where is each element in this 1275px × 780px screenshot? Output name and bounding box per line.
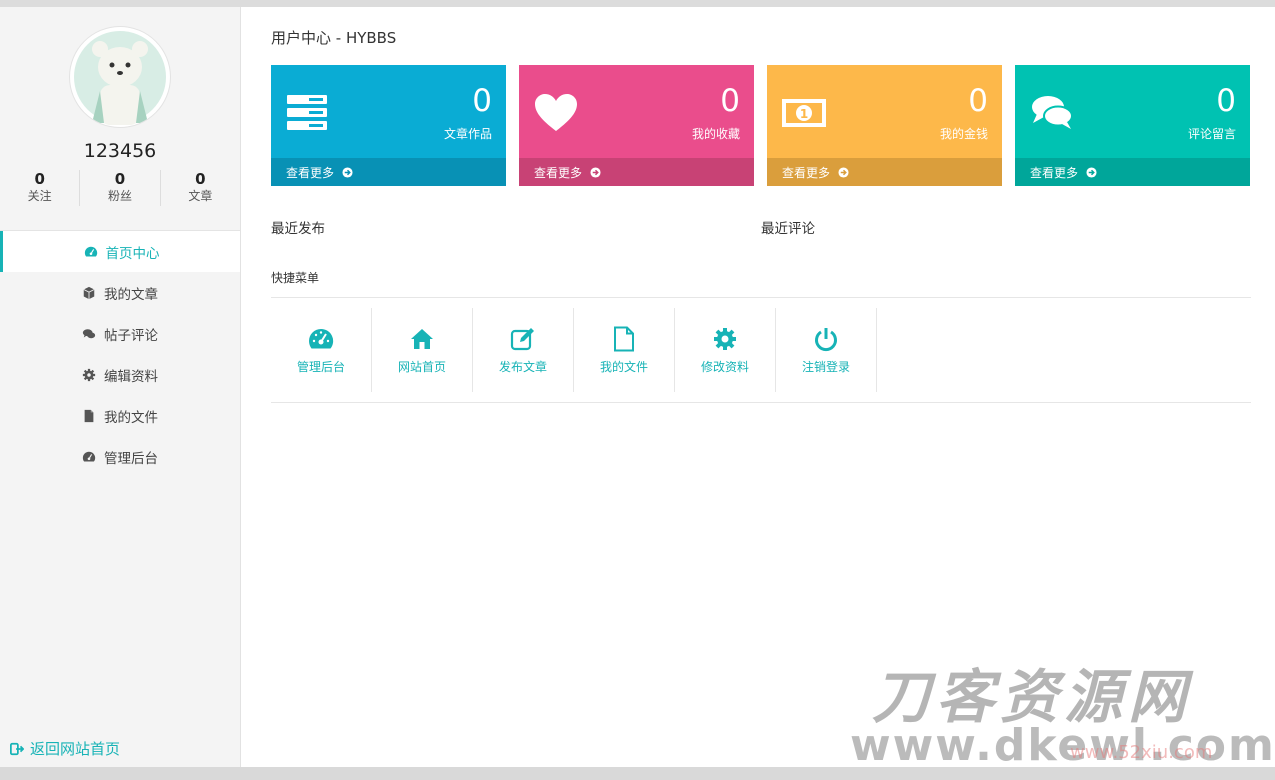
server-icon bbox=[287, 95, 327, 130]
card-count: 0 bbox=[968, 83, 988, 119]
stat-articles-value: 0 bbox=[195, 170, 206, 188]
edit-icon bbox=[510, 327, 534, 350]
arrow-circle-right-icon bbox=[838, 166, 849, 178]
arrow-circle-right-icon bbox=[1086, 166, 1097, 178]
back-link-label: 返回网站首页 bbox=[30, 740, 121, 758]
stat-card-money: 1 0 我的金钱 查看更多 bbox=[767, 65, 1002, 186]
card-count: 0 bbox=[720, 83, 740, 119]
sidebar-nav: 首页中心 我的文章 帖子评论 编辑资料 我的文件 管理后台 bbox=[0, 230, 240, 477]
quick-home-button[interactable]: 网站首页 bbox=[372, 308, 473, 392]
sidebar-item-label: 编辑资料 bbox=[104, 368, 158, 385]
stat-card-articles: 0 文章作品 查看更多 bbox=[271, 65, 506, 186]
card-more-link[interactable]: 查看更多 bbox=[271, 158, 506, 186]
stat-articles[interactable]: 0 文章 bbox=[161, 170, 240, 206]
avatar[interactable] bbox=[70, 27, 170, 127]
recent-comments-heading: 最近评论 bbox=[761, 221, 815, 237]
quick-publish-button[interactable]: 发布文章 bbox=[473, 308, 574, 392]
sidebar-item-home-center[interactable]: 首页中心 bbox=[0, 231, 240, 272]
page-title: 用户中心 - HYBBS bbox=[271, 29, 397, 47]
card-label: 评论留言 bbox=[1187, 127, 1236, 141]
sidebar-item-edit-profile[interactable]: 编辑资料 bbox=[0, 354, 240, 395]
cube-icon bbox=[83, 286, 95, 299]
profile-stats: 0 关注 0 粉丝 0 文章 bbox=[0, 170, 240, 206]
stat-following[interactable]: 0 关注 bbox=[0, 170, 81, 206]
stat-card-comments: 0 评论留言 查看更多 bbox=[1015, 65, 1250, 186]
sidebar: 123456 0 关注 0 粉丝 0 文章 首页中心 我的文章 帖子评论 编辑资… bbox=[0, 7, 241, 767]
dashboard-icon bbox=[82, 451, 96, 462]
stat-followers-value: 0 bbox=[114, 170, 126, 188]
bottom-bar bbox=[0, 767, 1275, 780]
quick-item-label: 管理后台 bbox=[296, 359, 345, 374]
dashboard-icon bbox=[84, 246, 97, 257]
sidebar-item-post-comments[interactable]: 帖子评论 bbox=[0, 313, 240, 354]
card-more-link[interactable]: 查看更多 bbox=[767, 158, 1002, 186]
quick-edit-profile-button[interactable]: 修改资料 bbox=[675, 308, 776, 392]
quick-item-label: 修改资料 bbox=[700, 359, 749, 374]
sign-out-icon bbox=[10, 742, 24, 755]
card-label: 我的金钱 bbox=[939, 127, 988, 141]
card-count: 0 bbox=[1216, 83, 1236, 119]
heart-icon bbox=[535, 94, 577, 131]
gear-icon bbox=[82, 368, 96, 381]
stat-followers[interactable]: 0 粉丝 bbox=[80, 170, 161, 206]
stat-following-value: 0 bbox=[34, 170, 45, 188]
sidebar-item-my-articles[interactable]: 我的文章 bbox=[0, 272, 240, 313]
power-icon bbox=[815, 327, 837, 351]
sidebar-item-label: 首页中心 bbox=[105, 245, 160, 262]
file-icon bbox=[614, 326, 634, 351]
top-bar bbox=[0, 0, 1275, 7]
sidebar-item-my-files[interactable]: 我的文件 bbox=[0, 395, 240, 436]
card-more-link[interactable]: 查看更多 bbox=[1015, 158, 1250, 186]
comments-icon bbox=[82, 328, 96, 338]
sidebar-item-label: 管理后台 bbox=[104, 450, 158, 467]
card-label: 我的收藏 bbox=[691, 127, 740, 141]
quick-my-files-button[interactable]: 我的文件 bbox=[574, 308, 675, 392]
arrow-circle-right-icon bbox=[342, 166, 353, 178]
sidebar-item-label: 帖子评论 bbox=[104, 327, 158, 344]
stat-card-favorites: 0 我的收藏 查看更多 bbox=[519, 65, 754, 186]
quick-menu: 管理后台 网站首页 发布文章 我的文件 修改资料 注销登录 bbox=[271, 308, 877, 392]
stat-followers-label: 粉丝 bbox=[107, 189, 132, 203]
card-label: 文章作品 bbox=[443, 127, 492, 141]
file-icon bbox=[84, 409, 94, 422]
card-more-label: 查看更多 bbox=[782, 165, 831, 180]
card-more-link[interactable]: 查看更多 bbox=[519, 158, 754, 186]
quick-item-label: 发布文章 bbox=[498, 359, 547, 374]
dashboard-icon bbox=[309, 328, 334, 348]
divider bbox=[271, 297, 1251, 298]
comments-icon bbox=[1032, 96, 1073, 129]
arrow-circle-right-icon bbox=[590, 166, 601, 178]
card-more-label: 查看更多 bbox=[286, 165, 335, 180]
sidebar-item-admin[interactable]: 管理后台 bbox=[0, 436, 240, 477]
card-count: 0 bbox=[472, 83, 492, 119]
recent-posts-heading: 最近发布 bbox=[271, 221, 325, 237]
quick-admin-button[interactable]: 管理后台 bbox=[271, 308, 372, 392]
sidebar-item-label: 我的文件 bbox=[104, 409, 158, 426]
quick-item-label: 注销登录 bbox=[801, 359, 850, 374]
stat-articles-label: 文章 bbox=[188, 189, 213, 203]
username: 123456 bbox=[83, 140, 157, 162]
stat-following-label: 关注 bbox=[27, 189, 52, 203]
quick-logout-button[interactable]: 注销登录 bbox=[776, 308, 877, 392]
sidebar-item-label: 我的文章 bbox=[104, 286, 158, 303]
quick-item-label: 我的文件 bbox=[599, 359, 648, 374]
quick-item-label: 网站首页 bbox=[397, 359, 446, 374]
gear-icon bbox=[714, 327, 736, 350]
home-icon bbox=[411, 328, 433, 349]
quick-menu-title: 快捷菜单 bbox=[271, 271, 320, 285]
svg-text:1: 1 bbox=[800, 107, 808, 121]
card-more-label: 查看更多 bbox=[534, 165, 583, 180]
money-icon: 1 bbox=[782, 99, 826, 127]
main-content: 用户中心 - HYBBS 0 文章作品 查看更多 0 我的收藏 查看更多 1 0… bbox=[241, 7, 1275, 767]
divider bbox=[271, 402, 1251, 403]
card-more-label: 查看更多 bbox=[1030, 165, 1079, 180]
back-to-home-link[interactable]: 返回网站首页 bbox=[10, 738, 120, 759]
